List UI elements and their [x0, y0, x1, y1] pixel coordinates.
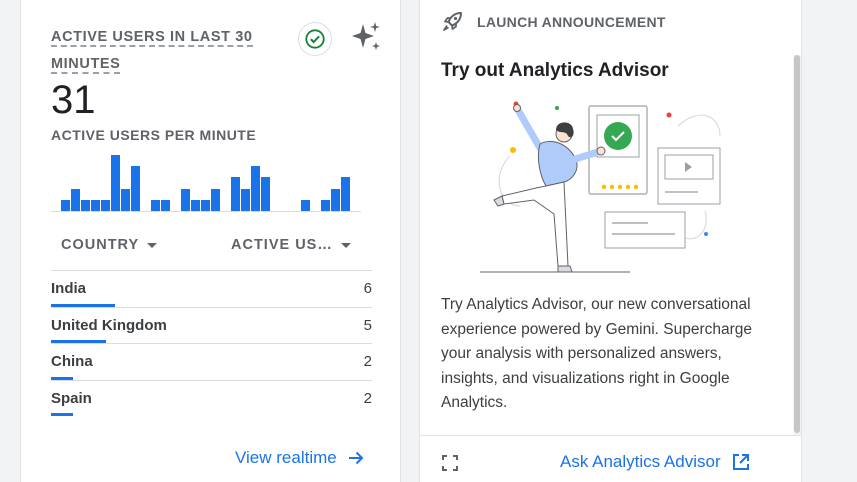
minute-bar[interactable] — [301, 200, 310, 211]
ask-analytics-advisor-link[interactable]: Ask Analytics Advisor — [560, 452, 751, 472]
expand-button[interactable] — [441, 454, 459, 472]
table-row: United Kingdom 5 — [51, 306, 372, 343]
minute-bar[interactable] — [181, 189, 190, 211]
insights-button[interactable] — [351, 20, 383, 54]
country-table: India 6 United Kingdom 5 China 2 Spain 2 — [51, 270, 372, 416]
country-value: 2 — [363, 353, 372, 370]
table-row: Spain 2 — [51, 379, 372, 416]
table-row: China 2 — [51, 343, 372, 380]
advisor-card: LAUNCH ANNOUNCEMENT Try out Analytics Ad… — [419, 0, 802, 482]
minute-bar[interactable] — [331, 189, 340, 211]
minute-bar[interactable] — [261, 177, 270, 211]
minute-bar[interactable] — [101, 200, 110, 211]
arrow-right-icon — [348, 451, 364, 465]
active-users-column-header[interactable]: ACTIVE US… — [231, 237, 351, 253]
minute-bar[interactable] — [71, 189, 80, 211]
country-name: Spain — [51, 389, 92, 407]
launch-label: LAUNCH ANNOUNCEMENT — [477, 14, 666, 30]
scrollbar-thumb[interactable] — [794, 55, 800, 433]
minute-bar[interactable] — [321, 200, 330, 211]
sparkle-icon — [352, 22, 380, 50]
minute-bar[interactable] — [121, 189, 130, 211]
caret-down-icon — [147, 242, 158, 248]
per-minute-label: ACTIVE USERS PER MINUTE — [51, 127, 257, 143]
minute-bar[interactable] — [81, 200, 90, 211]
minute-bar[interactable] — [161, 200, 170, 211]
view-realtime-label: View realtime — [235, 448, 337, 467]
fullscreen-icon — [442, 455, 458, 471]
minute-bar[interactable] — [61, 200, 70, 211]
minute-bar[interactable] — [341, 177, 350, 211]
minute-bar[interactable] — [151, 200, 160, 211]
minute-bar[interactable] — [251, 166, 260, 211]
country-name: China — [51, 353, 93, 370]
active-users-count: 31 — [51, 78, 96, 122]
minute-bar[interactable] — [111, 155, 120, 211]
minute-bar[interactable] — [211, 189, 220, 211]
caret-down-icon — [340, 242, 351, 248]
per-minute-chart — [51, 150, 361, 212]
launch-badge: LAUNCH ANNOUNCEMENT — [441, 10, 666, 34]
footer-divider — [420, 435, 801, 436]
rocket-icon — [443, 12, 462, 31]
minute-bar[interactable] — [191, 200, 200, 211]
realtime-card: ACTIVE USERS IN LAST 30 MINUTES 31 ACTIV… — [20, 0, 401, 482]
advisor-illustration — [480, 101, 721, 273]
advisor-description: Try Analytics Advisor, our new conversat… — [441, 296, 753, 411]
minute-bar[interactable] — [201, 200, 210, 211]
minute-bar[interactable] — [131, 166, 140, 211]
advisor-title: Try out Analytics Advisor — [441, 60, 669, 81]
realtime-title[interactable]: ACTIVE USERS IN LAST 30 MINUTES — [51, 24, 256, 78]
country-name: India — [51, 280, 87, 297]
country-column-header[interactable]: COUNTRY — [61, 237, 158, 253]
minute-bar[interactable] — [241, 189, 250, 211]
active-header-label: ACTIVE US… — [231, 237, 333, 253]
scrollbar[interactable] — [793, 55, 801, 435]
country-value: 2 — [363, 389, 372, 407]
ask-advisor-label: Ask Analytics Advisor — [560, 452, 721, 471]
view-realtime-link[interactable]: View realtime — [235, 448, 365, 468]
table-row: India 6 — [51, 270, 372, 307]
country-value: 5 — [363, 316, 372, 334]
check-circle-icon — [305, 29, 325, 49]
country-header-label: COUNTRY — [61, 237, 140, 253]
status-check-button[interactable] — [298, 22, 332, 56]
minute-bar[interactable] — [231, 177, 240, 211]
open-in-new-icon — [732, 454, 749, 470]
country-name: United Kingdom — [51, 316, 167, 334]
country-value: 6 — [363, 280, 372, 297]
minute-bar[interactable] — [91, 200, 100, 211]
share-bar — [51, 413, 73, 416]
